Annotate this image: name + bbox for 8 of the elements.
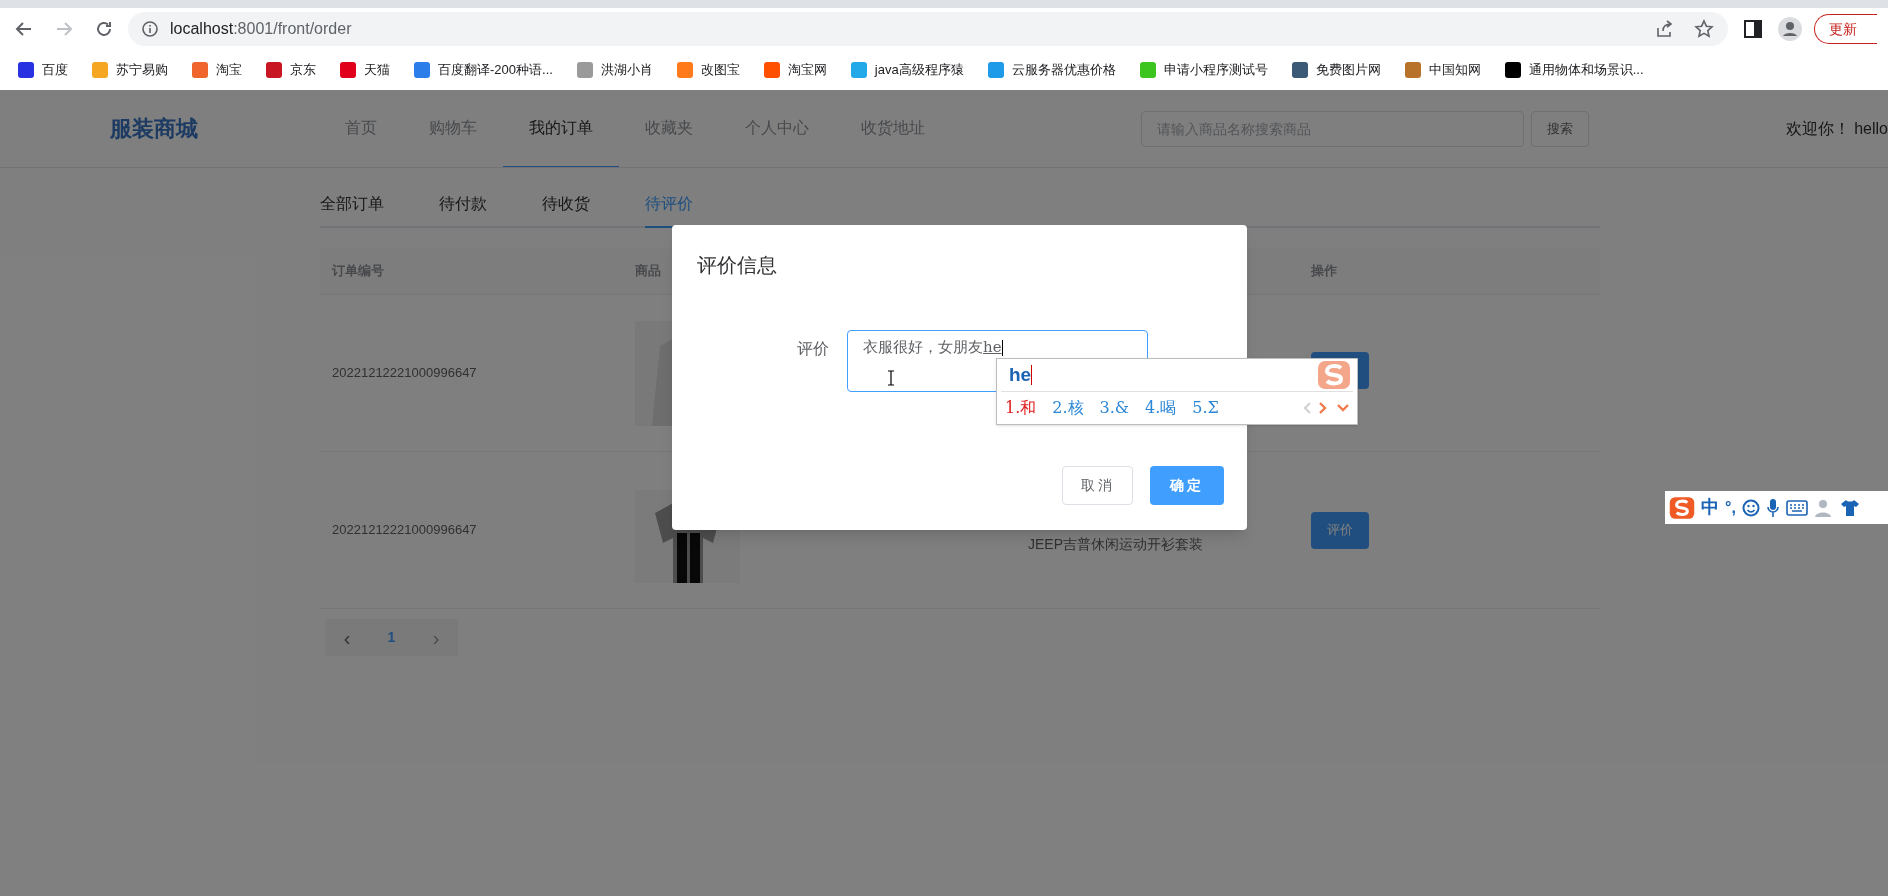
table-cell-text: 20221212221000996647 [331,521,478,540]
table-cell-text: 20221212221000996647 [331,364,478,383]
welcome-text: 欢迎你！ hello [1785,118,1888,139]
dialog-title: 评价信息 [697,253,777,278]
field-label: 评价 [797,339,829,359]
product-name: JEEP吉普休闲运动开衫套装 [1028,535,1203,552]
url-text: localhost:8001/front/order [170,19,352,39]
ime-input-text: he [1009,362,1032,387]
